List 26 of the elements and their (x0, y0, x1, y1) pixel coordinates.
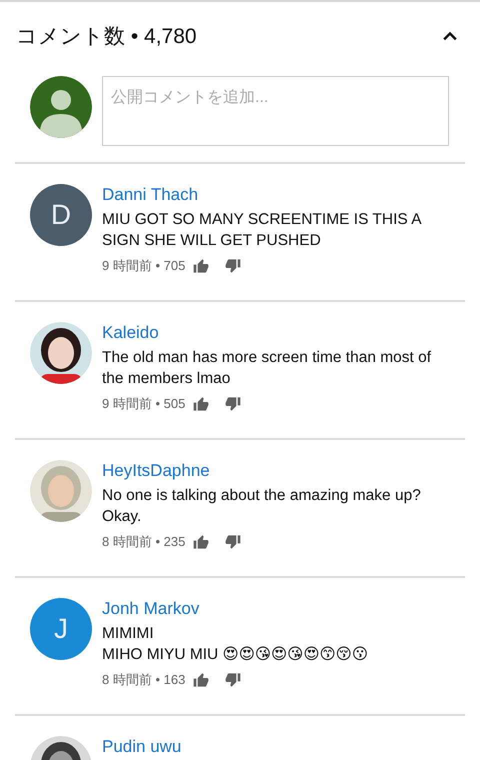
author-name[interactable]: Kaleido (102, 322, 440, 344)
comment-meta: 8 時間前 • 235 (102, 533, 186, 551)
comment-text: MIU GOT SO MANY SCREENTIME IS THIS A SIGN SHE WILL GET PUSHED (102, 210, 422, 251)
user-avatar-icon (30, 76, 92, 138)
letter-avatar: J (30, 598, 92, 660)
thumbs-down-icon[interactable] (225, 258, 242, 274)
letter-avatar: D (30, 184, 92, 246)
thumbs-up-icon[interactable] (193, 534, 210, 550)
author-name[interactable]: Danni Thach (102, 184, 440, 206)
thumbs-down-icon[interactable] (225, 396, 242, 412)
comment-meta: 9 時間前 • 705 (102, 257, 186, 275)
author-name[interactable]: Pudin uwu (102, 736, 440, 758)
author-name[interactable]: Jonh Markov (102, 598, 440, 620)
thumbs-down-icon[interactable] (225, 672, 242, 688)
thumbs-down-icon[interactable] (225, 534, 242, 550)
comment-text: The old man has more screen time than most of the members lmao (102, 348, 432, 389)
comment-text: No one is talking about the amazing make up? Okay. (102, 486, 422, 527)
thumbs-up-icon[interactable] (193, 258, 210, 274)
author-name[interactable]: HeyItsDaphne (102, 460, 440, 482)
comments-heading: コメント数 • 4,780 (16, 24, 197, 50)
comment-text: MIMIMI MIHO MIYU MIU 😍😍😘😍😘😍😙😚😗 (102, 624, 369, 665)
comment-meta: 8 時間前 • 163 (102, 671, 186, 689)
thumbs-up-icon[interactable] (193, 672, 210, 688)
thumbs-up-icon[interactable] (193, 396, 210, 412)
comment-input-field[interactable]: 公開コメントを追加... (102, 76, 449, 146)
comment-meta: 9 時間前 • 505 (102, 395, 186, 413)
